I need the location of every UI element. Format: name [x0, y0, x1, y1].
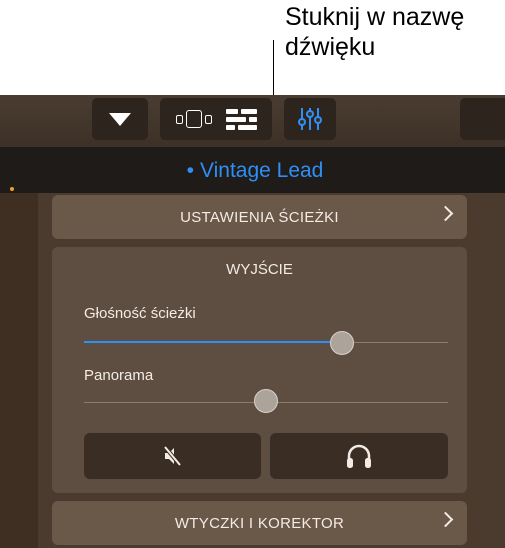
chevron-right-icon: [437, 511, 454, 528]
view-switch-button[interactable]: [160, 98, 272, 140]
mixer-sliders-icon: [298, 108, 322, 130]
live-loops-icon[interactable]: [175, 110, 212, 128]
control-bar: [0, 95, 505, 147]
track-controls-button[interactable]: [284, 98, 336, 140]
track-settings-label: USTAWIENIA ŚCIEŻKI: [180, 208, 339, 226]
plugins-eq-label: WTYCZKI I KOREKTOR: [174, 514, 345, 532]
triangle-down-icon: [109, 112, 131, 126]
callout-line-1: Stuknij w nazwę: [285, 3, 465, 31]
track-name-button[interactable]: • Vintage Lead: [0, 159, 505, 183]
tracks-view-icon[interactable]: [225, 108, 257, 130]
toolbar-right-button[interactable]: [460, 98, 505, 140]
volume-slider-knob[interactable]: [330, 331, 355, 355]
track-name-label: Vintage Lead: [199, 159, 324, 182]
volume-label: Głośność ścieżki: [84, 305, 196, 322]
volume-slider-fill: [84, 341, 343, 343]
headphones-icon: [347, 444, 371, 468]
track-settings-button[interactable]: USTAWIENIA ŚCIEŻKI: [52, 195, 467, 239]
callout-line-2: dźwięku: [285, 33, 376, 61]
tracks-area[interactable]: [0, 193, 38, 548]
playhead-marker: [10, 187, 14, 191]
track-bullet: •: [186, 159, 194, 182]
pan-slider-knob[interactable]: [254, 389, 278, 413]
output-title: WYJŚCIE: [226, 261, 293, 278]
plugins-eq-button[interactable]: WTYCZKI I KOREKTOR: [52, 501, 467, 545]
callout-text: Stuknij w nazwę dźwięku: [285, 2, 505, 62]
speaker-mute-icon: [162, 445, 182, 467]
chevron-right-icon: [437, 205, 454, 222]
solo-button[interactable]: [270, 433, 448, 479]
pan-label: Panorama: [84, 367, 154, 384]
mute-button[interactable]: [84, 433, 261, 479]
browser-dropdown-button[interactable]: [92, 98, 148, 140]
output-section: WYJŚCIE Głośność ścieżki Panorama: [52, 247, 467, 493]
